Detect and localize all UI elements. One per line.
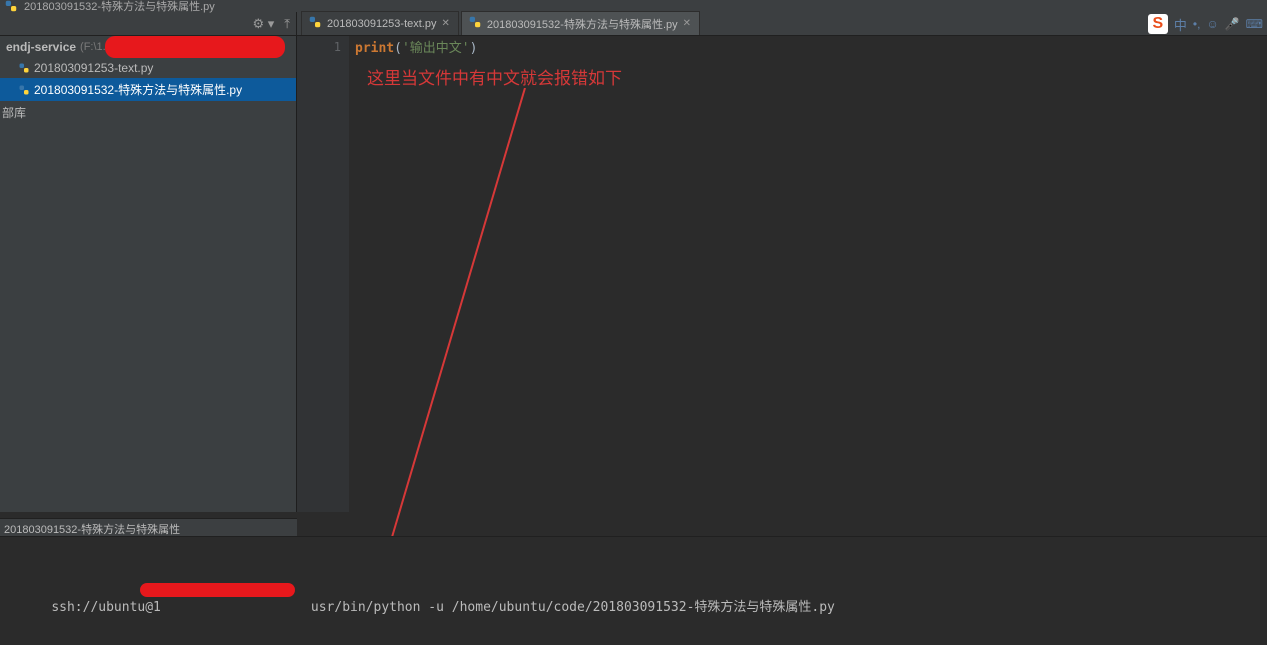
tree-item-label: 201803091532-特殊方法与特殊属性.py — [34, 81, 242, 98]
annotation-text: 这里当文件中有中文就会报错如下 — [367, 64, 622, 89]
collapse-icon[interactable]: ⤒ — [284, 16, 290, 32]
project-sidebar[interactable]: endj-service (F:\1... 201803091253-text.… — [0, 36, 297, 512]
python-file-icon — [18, 84, 30, 96]
console-text: usr/bin/python -u /home/ubuntu/code/2018… — [311, 600, 835, 615]
run-console[interactable]: ssh://ubuntu@1 usr/bin/python -u /home/ub… — [0, 536, 1267, 645]
redaction-mark — [140, 583, 295, 597]
python-file-icon — [308, 15, 322, 32]
code-line-1[interactable]: print('输出中文') — [355, 40, 1267, 58]
sogou-ime-icon[interactable]: S — [1148, 14, 1168, 34]
code-plain: ) — [470, 41, 478, 56]
redaction-mark — [105, 36, 285, 58]
tree-item-label: 201803091253-text.py — [34, 61, 153, 75]
project-root-name: endj-service — [6, 40, 76, 54]
ime-smiley-icon[interactable]: ☺ — [1206, 17, 1218, 31]
toolbar-row: ⚙ ▾ ⤒ 201803091253-text.py ✕ 20180309153… — [0, 12, 1267, 36]
tree-item-text-py[interactable]: 201803091253-text.py — [0, 58, 296, 78]
code-plain: ( — [394, 41, 402, 56]
editor-tabs: 201803091253-text.py ✕ 201803091532-特殊方法… — [297, 12, 702, 35]
ime-lang-label[interactable]: 中 — [1174, 15, 1187, 34]
tree-item-special-py[interactable]: 201803091532-特殊方法与特殊属性.py — [0, 78, 296, 101]
python-file-icon — [468, 15, 482, 32]
code-keyword: print — [355, 41, 394, 56]
tab-label: 201803091253-text.py — [327, 18, 436, 30]
annotation-arrow-icon — [385, 88, 635, 568]
ime-keyboard-icon[interactable]: ⌨ — [1246, 17, 1263, 31]
close-icon[interactable]: ✕ — [683, 18, 691, 29]
code-body[interactable]: print('输出中文') 这里当文件中有中文就会报错如下 — [349, 36, 1267, 512]
editor-area[interactable]: 1 print('输出中文') 这里当文件中有中文就会报错如下 — [297, 36, 1267, 512]
run-tab-label[interactable]: 201803091532-特殊方法与特殊属性 — [0, 518, 297, 536]
project-root[interactable]: endj-service (F:\1... — [0, 36, 296, 58]
project-panel-toolbar: ⚙ ▾ ⤒ — [0, 12, 297, 35]
python-file-icon — [18, 62, 30, 74]
line-number: 1 — [297, 40, 341, 54]
external-libraries[interactable]: 部库 — [0, 101, 296, 124]
tab-label: 201803091532-特殊方法与特殊属性.py — [487, 16, 678, 32]
console-line-1: ssh://ubuntu@1 usr/bin/python -u /home/ub… — [20, 579, 1267, 645]
ime-indicator: S 中 •, ☺ 🎤 ⌨ — [1144, 12, 1267, 36]
tab-text-py[interactable]: 201803091253-text.py ✕ — [301, 11, 459, 35]
tab-special-py[interactable]: 201803091532-特殊方法与特殊属性.py ✕ — [461, 11, 700, 35]
gutter: 1 — [297, 36, 349, 512]
console-text: ssh://ubuntu@1 — [51, 600, 161, 615]
close-icon[interactable]: ✕ — [441, 18, 449, 29]
ime-punct-icon[interactable]: •, — [1193, 17, 1201, 31]
code-string: '输出中文' — [402, 41, 470, 56]
ime-mic-icon[interactable]: 🎤 — [1225, 17, 1240, 31]
gear-icon[interactable]: ⚙ ▾ — [252, 16, 274, 32]
